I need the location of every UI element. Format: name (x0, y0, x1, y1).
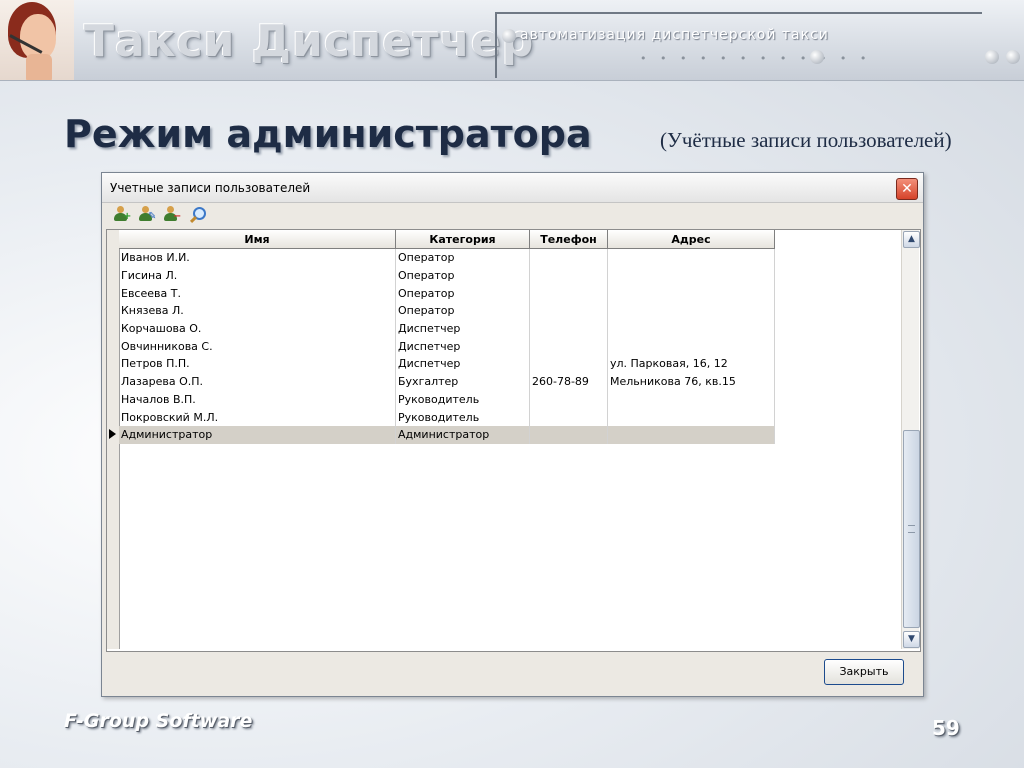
cell-phone (529, 408, 608, 426)
cell-category: Оператор (395, 266, 530, 285)
cell-address (607, 337, 775, 356)
current-row-arrow-icon (109, 429, 116, 439)
cell-name: Иванов И.И. (119, 248, 396, 267)
column-header-category[interactable]: Категория (395, 230, 530, 249)
close-icon[interactable]: ✕ (896, 178, 918, 200)
cell-phone (529, 425, 608, 444)
cell-name: Петров П.П. (119, 355, 396, 373)
cell-address (607, 319, 775, 338)
cell-category: Диспетчер (395, 355, 530, 373)
operator-avatar (0, 0, 74, 80)
table-row[interactable]: Покровский М.Л. Руководитель (119, 408, 775, 426)
scroll-down-icon[interactable]: ▼ (903, 631, 920, 648)
toolbar: + ✎ − (106, 203, 918, 227)
column-header-phone[interactable]: Телефон (529, 230, 608, 249)
bullet-icon (1006, 50, 1020, 64)
users-grid: Имя Категория Телефон Адрес Иванов И.И. О… (106, 229, 921, 652)
cell-name: Евсеева Т. (119, 284, 396, 303)
slide-subtitle: (Учётные записи пользователей) (660, 128, 952, 152)
table-row[interactable]: Евсеева Т. Оператор (119, 284, 775, 303)
app-brand: Такси Диспетчер (84, 16, 535, 67)
footer-brand: F-Group Software (64, 710, 253, 732)
cell-category: Руководитель (395, 408, 530, 426)
table-row[interactable]: Князева Л. Оператор (119, 302, 775, 320)
table-row[interactable]: Началов В.П. Руководитель (119, 390, 775, 409)
cell-name: Овчинникова С. (119, 337, 396, 356)
cell-phone (529, 284, 608, 303)
cell-phone (529, 248, 608, 267)
cell-category: Оператор (395, 248, 530, 267)
minus-badge: − (173, 211, 182, 222)
cell-category: Оператор (395, 302, 530, 320)
cell-address (607, 408, 775, 426)
cell-category: Диспетчер (395, 337, 530, 356)
cell-category: Администратор (395, 425, 530, 444)
cell-address (607, 302, 775, 320)
column-header-name[interactable]: Имя (119, 230, 396, 249)
add-user-icon[interactable]: + (112, 206, 132, 224)
cell-address (607, 266, 775, 285)
slide-title: Режим администратора (64, 112, 592, 156)
vertical-scrollbar[interactable]: ▲ ▼ (901, 230, 920, 649)
close-button[interactable]: Закрыть (824, 659, 904, 685)
table-row[interactable]: Корчашова О. Диспетчер (119, 319, 775, 338)
bullet-icon (810, 50, 824, 64)
cell-phone (529, 390, 608, 409)
cell-address (607, 248, 775, 267)
cell-category: Бухгалтер (395, 372, 530, 391)
decor-dots: • • • • • • • • • • • • (640, 52, 872, 65)
cell-name: Лазарева О.П. (119, 372, 396, 391)
search-icon[interactable] (187, 206, 207, 224)
window-title: Учетные записи пользователей (110, 181, 311, 195)
tagline-panel (495, 12, 982, 78)
cell-phone (529, 337, 608, 356)
cell-phone: 260-78-89 (529, 372, 608, 391)
cell-phone (529, 319, 608, 338)
cell-address (607, 425, 775, 444)
cell-address (607, 390, 775, 409)
cell-phone (529, 302, 608, 320)
cell-phone (529, 266, 608, 285)
page-number: 59 (932, 716, 960, 740)
cell-name: Администратор (119, 425, 396, 444)
cell-name: Князева Л. (119, 302, 396, 320)
cell-address (607, 284, 775, 303)
cell-name: Корчашова О. (119, 319, 396, 338)
bullet-icon (502, 29, 516, 43)
cell-address: ул. Парковая, 16, 12 (607, 355, 775, 373)
cell-category: Диспетчер (395, 319, 530, 338)
user-accounts-window: Учетные записи пользователей ✕ + ✎ − Имя… (101, 172, 924, 697)
delete-user-icon[interactable]: − (162, 206, 182, 224)
column-header-address[interactable]: Адрес (607, 230, 775, 249)
app-tagline: автоматизация диспетчерской такси (520, 27, 829, 43)
table-row[interactable]: Гисина Л. Оператор (119, 266, 775, 285)
table-row[interactable]: Овчинникова С. Диспетчер (119, 337, 775, 356)
edit-user-icon[interactable]: ✎ (137, 206, 157, 224)
cell-category: Руководитель (395, 390, 530, 409)
users-table: Имя Категория Телефон Адрес Иванов И.И. О… (119, 230, 775, 444)
table-row[interactable]: Иванов И.И. Оператор (119, 248, 775, 267)
scrollbar-thumb[interactable] (903, 430, 920, 628)
bullet-icon (985, 50, 999, 64)
table-row[interactable]: Лазарева О.П. Бухгалтер 260-78-89 Мельников… (119, 372, 775, 391)
cell-category: Оператор (395, 284, 530, 303)
pencil-badge: ✎ (148, 211, 157, 222)
scroll-up-icon[interactable]: ▲ (903, 231, 920, 248)
cell-address: Мельникова 76, кв.15 (607, 372, 775, 391)
table-row[interactable]: Администратор Администратор (119, 425, 775, 444)
cell-name: Гисина Л. (119, 266, 396, 285)
cell-phone (529, 355, 608, 373)
table-row[interactable]: Петров П.П. Диспетчер ул. Парковая, 16, 12 (119, 355, 775, 373)
cell-name: Началов В.П. (119, 390, 396, 409)
plus-badge: + (123, 211, 132, 222)
window-titlebar[interactable]: Учетные записи пользователей ✕ (102, 173, 923, 203)
cell-name: Покровский М.Л. (119, 408, 396, 426)
header-banner: Такси Диспетчер автоматизация диспетчерс… (0, 0, 1024, 81)
